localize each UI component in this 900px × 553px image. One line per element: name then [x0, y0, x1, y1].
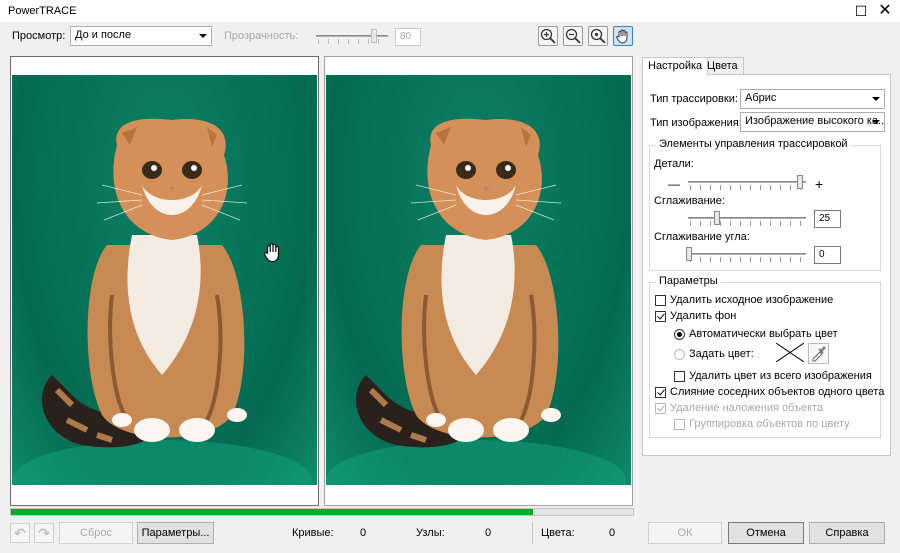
view-label: Просмотр:	[12, 30, 66, 42]
help-button[interactable]: Справка	[809, 522, 885, 544]
corner-smoothing-slider[interactable]	[688, 253, 806, 255]
preview-after[interactable]	[324, 56, 633, 506]
detail-minus-button[interactable]: —	[668, 177, 680, 191]
delete-original-label: Удалить исходное изображение	[670, 294, 834, 306]
merge-adjacent-label: Слияние соседних объектов одного цвета	[670, 386, 885, 398]
params-button[interactable]: Параметры...	[137, 522, 214, 544]
trace-type-label: Тип трассировки:	[650, 93, 738, 105]
image-type-select[interactable]: Изображение высокого ка...	[740, 112, 885, 132]
detail-plus-button[interactable]: +	[815, 176, 823, 192]
group-by-color-checkbox[interactable]	[674, 419, 685, 430]
colors-label: Цвета:	[541, 527, 575, 539]
eyedropper-button[interactable]	[808, 343, 829, 364]
cat-image-after	[326, 75, 631, 485]
corner-smoothing-label: Сглаживание угла:	[654, 231, 750, 243]
smoothing-thumb[interactable]	[714, 211, 720, 225]
trace-type-value: Абрис	[745, 92, 777, 104]
remove-color-whole-checkbox[interactable]	[674, 371, 685, 382]
cat-illustration-traced	[326, 118, 626, 485]
tab-settings[interactable]: Настройка	[642, 57, 709, 76]
set-color-radio[interactable]	[674, 349, 685, 360]
transparency-value[interactable]: 80	[395, 28, 421, 46]
group-by-color-label: Группировка объектов по цвету	[689, 418, 850, 430]
eyedropper-icon	[812, 346, 826, 362]
curves-value: 0	[360, 527, 367, 539]
title-bar: PowerTRACE ☐ ✕	[0, 0, 900, 22]
cancel-button[interactable]: Отмена	[728, 522, 804, 544]
zoom-fit-icon	[590, 28, 606, 44]
smoothing-value[interactable]: 25	[814, 210, 841, 228]
zoom-out-button[interactable]	[563, 26, 583, 46]
transparency-label: Прозрачность:	[224, 30, 299, 42]
chevron-down-icon	[872, 97, 880, 101]
ok-button[interactable]: ОК	[648, 522, 722, 544]
corner-smoothing-ticks	[690, 257, 804, 262]
color-swatch-none-icon[interactable]	[776, 343, 804, 362]
zoom-fit-button[interactable]	[588, 26, 608, 46]
status-divider	[532, 522, 533, 544]
smoothing-ticks	[690, 221, 804, 226]
auto-color-label: Автоматически выбрать цвет	[689, 328, 838, 340]
corner-smoothing-thumb[interactable]	[686, 247, 692, 261]
detail-slider[interactable]	[688, 181, 806, 183]
detail-ticks	[690, 185, 804, 190]
nodes-label: Узлы:	[416, 527, 445, 539]
corner-smoothing-value[interactable]: 0	[814, 246, 841, 264]
remove-background-label: Удалить фон	[670, 310, 737, 322]
merge-adjacent-checkbox[interactable]	[655, 387, 666, 398]
set-color-label: Задать цвет:	[689, 348, 754, 360]
undo-icon[interactable]: ↶	[10, 523, 30, 543]
view-select-value: До и после	[75, 29, 132, 41]
pan-hand-icon	[616, 29, 628, 44]
window-title: PowerTRACE	[8, 5, 77, 17]
preview-before[interactable]	[10, 56, 319, 506]
params-title: Параметры	[656, 275, 721, 287]
cat-illustration	[12, 118, 312, 485]
trace-progress-bar	[10, 508, 634, 516]
auto-color-radio[interactable]	[674, 329, 685, 340]
close-icon[interactable]: ✕	[876, 2, 894, 20]
transparency-thumb[interactable]	[371, 29, 377, 43]
nodes-value: 0	[485, 527, 492, 539]
remove-overlap-label: Удаление наложения объекта	[670, 402, 824, 414]
trace-controls-title: Элементы управления трассировкой	[656, 138, 851, 150]
redo-icon[interactable]: ↷	[34, 523, 54, 543]
zoom-in-icon	[540, 28, 556, 44]
remove-background-checkbox[interactable]	[655, 311, 666, 322]
pan-cursor-icon	[263, 243, 280, 263]
zoom-out-icon	[565, 28, 581, 44]
curves-label: Кривые:	[292, 527, 334, 539]
cat-image-before	[12, 75, 317, 485]
image-type-label: Тип изображения:	[650, 117, 742, 129]
zoom-in-button[interactable]	[538, 26, 558, 46]
detail-label: Детали:	[654, 158, 694, 170]
chevron-down-icon	[199, 34, 207, 38]
delete-original-checkbox[interactable]	[655, 295, 666, 306]
detail-thumb[interactable]	[797, 175, 803, 189]
settings-panel: Тип трассировки: Абрис Тип изображения: …	[642, 74, 891, 456]
remove-color-whole-label: Удалить цвет из всего изображения	[689, 370, 872, 382]
image-type-value: Изображение высокого ка...	[745, 115, 885, 127]
trace-type-select[interactable]: Абрис	[740, 89, 885, 109]
colors-value: 0	[609, 527, 616, 539]
smoothing-label: Сглаживание:	[654, 195, 725, 207]
maximize-icon[interactable]: ☐	[852, 2, 870, 20]
smoothing-slider[interactable]	[688, 217, 806, 219]
transparency-slider[interactable]	[316, 35, 388, 37]
view-select[interactable]: До и после	[70, 26, 212, 46]
params-group: Параметры Удалить исходное изображение У…	[649, 275, 885, 438]
toolbar: Просмотр: До и после Прозрачность: 80	[0, 22, 900, 50]
pan-button[interactable]	[613, 26, 633, 46]
chevron-down-icon	[872, 120, 880, 124]
trace-controls-group: Элементы управления трассировкой Детали:…	[649, 138, 881, 271]
remove-overlap-checkbox[interactable]	[655, 403, 666, 414]
reset-button[interactable]: Сброс	[59, 522, 133, 544]
progress-fill	[11, 509, 534, 515]
